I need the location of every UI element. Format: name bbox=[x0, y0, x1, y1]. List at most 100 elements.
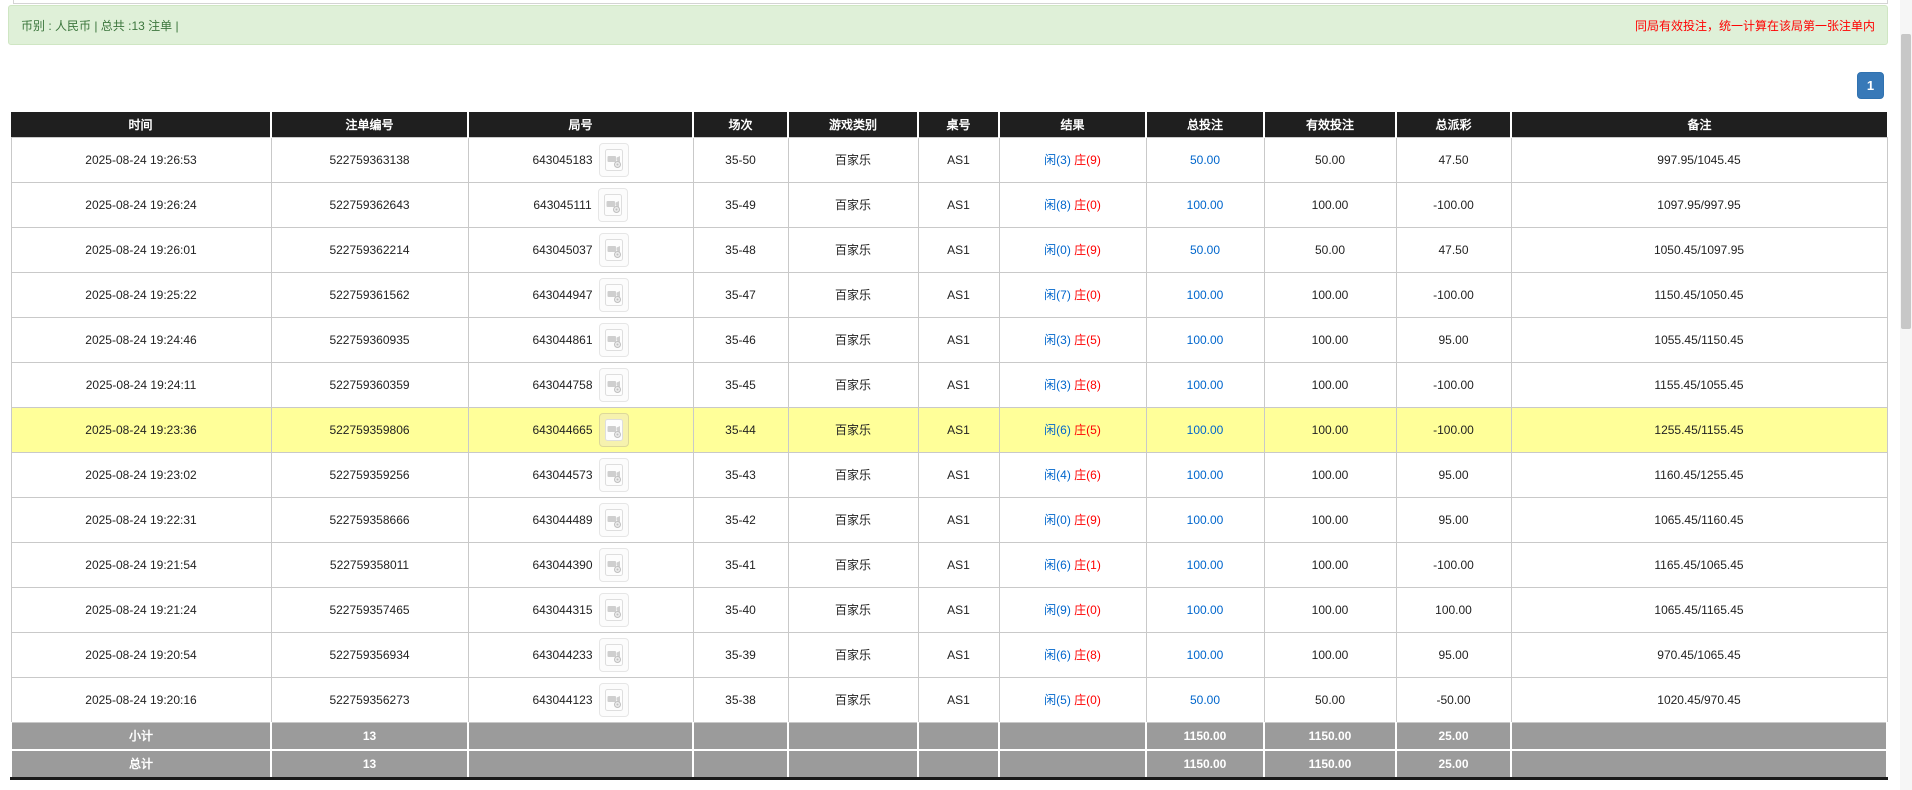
payout-cell: -100.00 bbox=[1396, 182, 1511, 227]
banker-result: 庄(8) bbox=[1074, 378, 1101, 392]
round-no-wrap: 643045037 bbox=[532, 233, 628, 267]
total-bet-cell: 50.00 bbox=[1146, 137, 1264, 182]
table-row: 2025-08-24 19:23:02522759359256643044573… bbox=[11, 452, 1887, 497]
game-type-cell: 百家乐 bbox=[788, 227, 918, 272]
video-icon-button[interactable] bbox=[599, 233, 629, 267]
payout-cell: 47.50 bbox=[1396, 137, 1511, 182]
video-icon bbox=[605, 689, 623, 711]
video-icon-button[interactable] bbox=[599, 413, 629, 447]
total-bet-link[interactable]: 100.00 bbox=[1187, 378, 1224, 392]
subtotal-row-total-bet: 1150.00 bbox=[1146, 722, 1264, 750]
bet-id-cell: 522759360935 bbox=[271, 317, 468, 362]
session-cell: 35-46 bbox=[693, 317, 788, 362]
result-cell: 闲(3) 庄(8) bbox=[999, 362, 1146, 407]
video-icon-button[interactable] bbox=[599, 638, 629, 672]
game-type-cell: 百家乐 bbox=[788, 632, 918, 677]
round-no-cell: 643044489 bbox=[468, 497, 693, 542]
video-icon-button[interactable] bbox=[599, 368, 629, 402]
payout-cell: 95.00 bbox=[1396, 497, 1511, 542]
table-row: 2025-08-24 19:23:36522759359806643044665… bbox=[11, 407, 1887, 452]
result-cell: 闲(3) 庄(5) bbox=[999, 317, 1146, 362]
remark-cell: 1165.45/1065.45 bbox=[1511, 542, 1887, 587]
remark-cell: 1150.45/1050.45 bbox=[1511, 272, 1887, 317]
scrollbar-thumb[interactable] bbox=[1901, 34, 1911, 329]
time-cell: 2025-08-24 19:25:22 bbox=[11, 272, 271, 317]
result-cell: 闲(5) 庄(0) bbox=[999, 677, 1146, 722]
bet-id-cell: 522759359256 bbox=[271, 452, 468, 497]
round-no-text: 643044489 bbox=[532, 513, 592, 527]
total-bet-cell: 100.00 bbox=[1146, 317, 1264, 362]
video-icon bbox=[605, 284, 623, 306]
video-icon-button[interactable] bbox=[599, 143, 629, 177]
valid-bet-cell: 50.00 bbox=[1264, 677, 1396, 722]
total-bet-link[interactable]: 100.00 bbox=[1187, 558, 1224, 572]
round-no-cell: 643044758 bbox=[468, 362, 693, 407]
round-no-wrap: 643044123 bbox=[532, 683, 628, 717]
remark-cell: 1065.45/1160.45 bbox=[1511, 497, 1887, 542]
total-bet-link[interactable]: 100.00 bbox=[1187, 333, 1224, 347]
game-type-cell: 百家乐 bbox=[788, 587, 918, 632]
round-no-wrap: 643044233 bbox=[532, 638, 628, 672]
total-bet-link[interactable]: 50.00 bbox=[1190, 693, 1220, 707]
round-no-cell: 643045183 bbox=[468, 137, 693, 182]
total-bet-link[interactable]: 100.00 bbox=[1187, 468, 1224, 482]
player-result: 闲(3) bbox=[1044, 333, 1071, 347]
total-row-payout: 25.00 bbox=[1396, 750, 1511, 778]
round-no-wrap: 643044947 bbox=[532, 278, 628, 312]
table-no-cell: AS1 bbox=[918, 677, 999, 722]
round-no-wrap: 643045111 bbox=[533, 188, 627, 222]
total-bet-link[interactable]: 50.00 bbox=[1190, 153, 1220, 167]
banker-result: 庄(8) bbox=[1074, 648, 1101, 662]
video-icon-button[interactable] bbox=[599, 458, 629, 492]
round-no-cell: 643044573 bbox=[468, 452, 693, 497]
table-no-cell: AS1 bbox=[918, 227, 999, 272]
valid-bet-cell: 100.00 bbox=[1264, 317, 1396, 362]
vertical-scrollbar[interactable] bbox=[1900, 0, 1912, 790]
total-bet-link[interactable]: 50.00 bbox=[1190, 243, 1220, 257]
round-no-wrap: 643044758 bbox=[532, 368, 628, 402]
video-icon-button[interactable] bbox=[598, 188, 628, 222]
player-result: 闲(3) bbox=[1044, 378, 1071, 392]
banker-result: 庄(1) bbox=[1074, 558, 1101, 572]
result-cell: 闲(9) 庄(0) bbox=[999, 587, 1146, 632]
banker-result: 庄(5) bbox=[1074, 333, 1101, 347]
video-icon-button[interactable] bbox=[599, 503, 629, 537]
total-bet-link[interactable]: 100.00 bbox=[1187, 198, 1224, 212]
total-bet-link[interactable]: 100.00 bbox=[1187, 423, 1224, 437]
valid-bet-cell: 100.00 bbox=[1264, 407, 1396, 452]
summary-bar: 币别 : 人民币 | 总共 :13 注单 | 同局有效投注，统一计算在该局第一张… bbox=[8, 5, 1888, 45]
payout-cell: -50.00 bbox=[1396, 677, 1511, 722]
video-icon-button[interactable] bbox=[599, 278, 629, 312]
settlement-notice-text: 同局有效投注，统一计算在该局第一张注单内 bbox=[1635, 17, 1875, 34]
round-no-cell bbox=[468, 750, 693, 778]
remark-cell: 997.95/1045.45 bbox=[1511, 137, 1887, 182]
column-header-10: 总派彩 bbox=[1396, 112, 1511, 137]
total-bet-cell: 100.00 bbox=[1146, 632, 1264, 677]
total-bet-cell: 50.00 bbox=[1146, 227, 1264, 272]
video-icon-button[interactable] bbox=[599, 683, 629, 717]
total-row-count: 13 bbox=[271, 750, 468, 778]
payout-cell: -100.00 bbox=[1396, 272, 1511, 317]
total-bet-link[interactable]: 100.00 bbox=[1187, 288, 1224, 302]
video-icon-button[interactable] bbox=[599, 323, 629, 357]
pagination-page-button[interactable]: 1 bbox=[1857, 72, 1884, 99]
payout-cell: 95.00 bbox=[1396, 317, 1511, 362]
column-header-11: 备注 bbox=[1511, 112, 1887, 137]
time-cell: 2025-08-24 19:24:46 bbox=[11, 317, 271, 362]
total-bet-link[interactable]: 100.00 bbox=[1187, 648, 1224, 662]
round-no-cell bbox=[468, 722, 693, 750]
column-header-3: 局号 bbox=[468, 112, 693, 137]
banker-result: 庄(0) bbox=[1074, 198, 1101, 212]
total-bet-link[interactable]: 100.00 bbox=[1187, 513, 1224, 527]
game-type-cell: 百家乐 bbox=[788, 497, 918, 542]
round-no-cell: 643044315 bbox=[468, 587, 693, 632]
bet-id-cell: 522759362643 bbox=[271, 182, 468, 227]
total-row-valid-bet: 1150.00 bbox=[1264, 750, 1396, 778]
video-icon bbox=[605, 644, 623, 666]
video-icon-button[interactable] bbox=[599, 548, 629, 582]
game-type-cell: 百家乐 bbox=[788, 362, 918, 407]
video-icon-button[interactable] bbox=[599, 593, 629, 627]
total-bet-link[interactable]: 100.00 bbox=[1187, 603, 1224, 617]
round-no-text: 643044390 bbox=[532, 558, 592, 572]
player-result: 闲(6) bbox=[1044, 423, 1071, 437]
